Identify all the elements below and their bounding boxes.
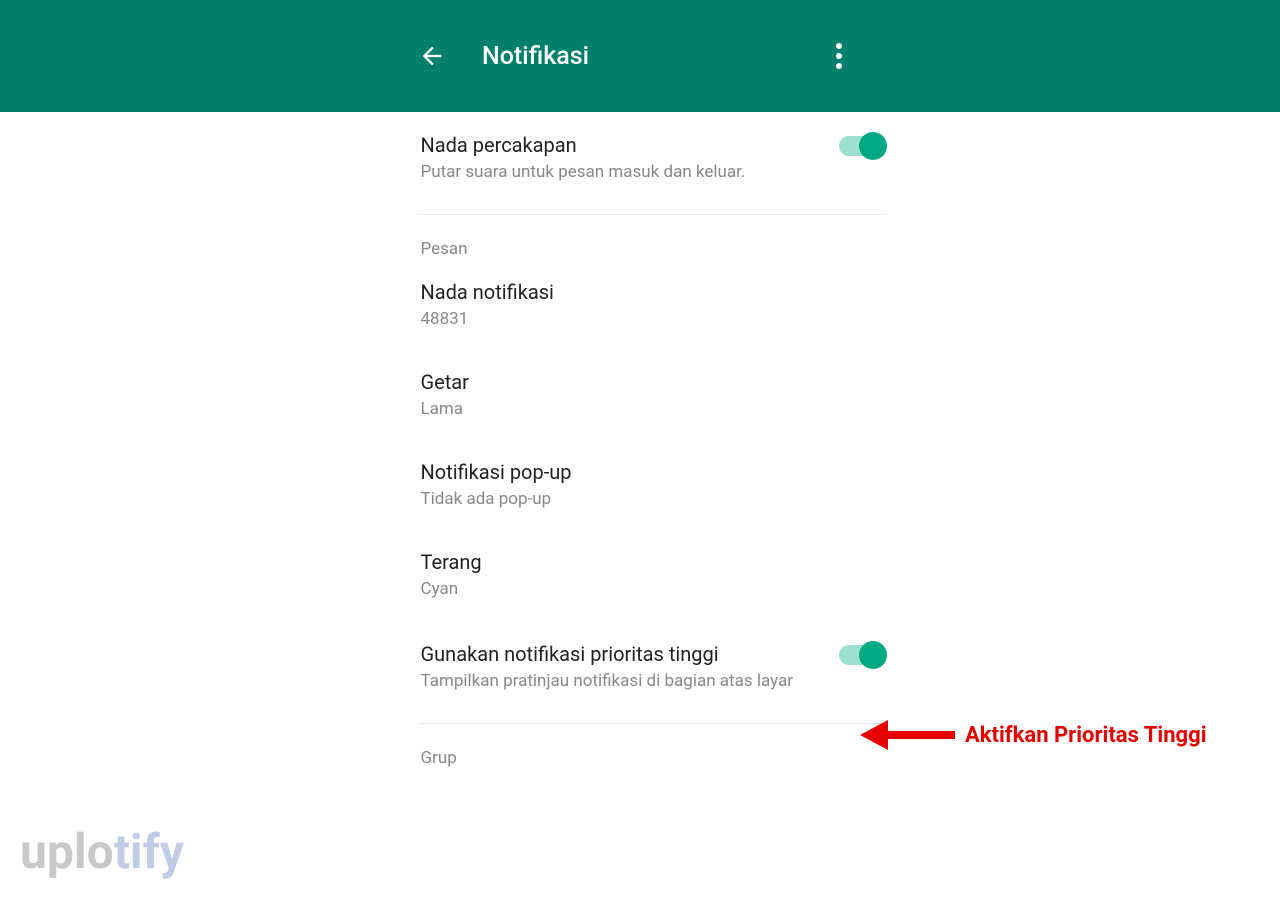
watermark: uplotify: [20, 823, 184, 880]
conversation-tone-title: Nada percakapan: [421, 132, 819, 159]
annotation-text: Aktifkan Prioritas Tinggi: [965, 723, 1207, 748]
high-priority-subtitle: Tampilkan pratinjau notifikasi di bagian…: [421, 670, 819, 693]
light-row[interactable]: Terang Cyan: [421, 531, 883, 621]
notification-tone-row[interactable]: Nada notifikasi 48831: [421, 261, 883, 351]
more-vert-icon: [836, 43, 842, 69]
section-header-group: Grup: [421, 724, 883, 770]
toggle-thumb-icon: [859, 641, 887, 669]
conversation-tone-row[interactable]: Nada percakapan Putar suara untuk pesan …: [421, 112, 883, 206]
arrow-back-icon: [418, 42, 446, 70]
more-options-button[interactable]: [836, 43, 842, 69]
vibrate-title: Getar: [421, 369, 883, 396]
back-button[interactable]: [418, 42, 446, 70]
notification-tone-title: Nada notifikasi: [421, 279, 883, 306]
conversation-tone-toggle[interactable]: [839, 136, 883, 156]
vibrate-row[interactable]: Getar Lama: [421, 351, 883, 441]
app-bar: Notifikasi: [0, 0, 1280, 112]
page-title: Notifikasi: [482, 42, 836, 71]
high-priority-toggle[interactable]: [839, 645, 883, 665]
popup-title: Notifikasi pop-up: [421, 459, 883, 486]
popup-row[interactable]: Notifikasi pop-up Tidak ada pop-up: [421, 441, 883, 531]
section-header-messages: Pesan: [421, 215, 883, 261]
settings-content: Nada percakapan Putar suara untuk pesan …: [388, 112, 893, 770]
annotation-callout: Aktifkan Prioritas Tinggi: [860, 710, 1207, 760]
watermark-part1: uplo: [20, 823, 114, 880]
watermark-part2: tify: [114, 823, 184, 880]
toggle-thumb-icon: [859, 132, 887, 160]
conversation-tone-subtitle: Putar suara untuk pesan masuk dan keluar…: [421, 161, 819, 184]
annotation-arrow-icon: [860, 710, 955, 760]
popup-value: Tidak ada pop-up: [421, 488, 883, 511]
vibrate-value: Lama: [421, 398, 883, 421]
notification-tone-value: 48831: [421, 308, 883, 331]
high-priority-row[interactable]: Gunakan notifikasi prioritas tinggi Tamp…: [421, 621, 883, 715]
light-value: Cyan: [421, 578, 883, 601]
high-priority-title: Gunakan notifikasi prioritas tinggi: [421, 641, 819, 668]
light-title: Terang: [421, 549, 883, 576]
